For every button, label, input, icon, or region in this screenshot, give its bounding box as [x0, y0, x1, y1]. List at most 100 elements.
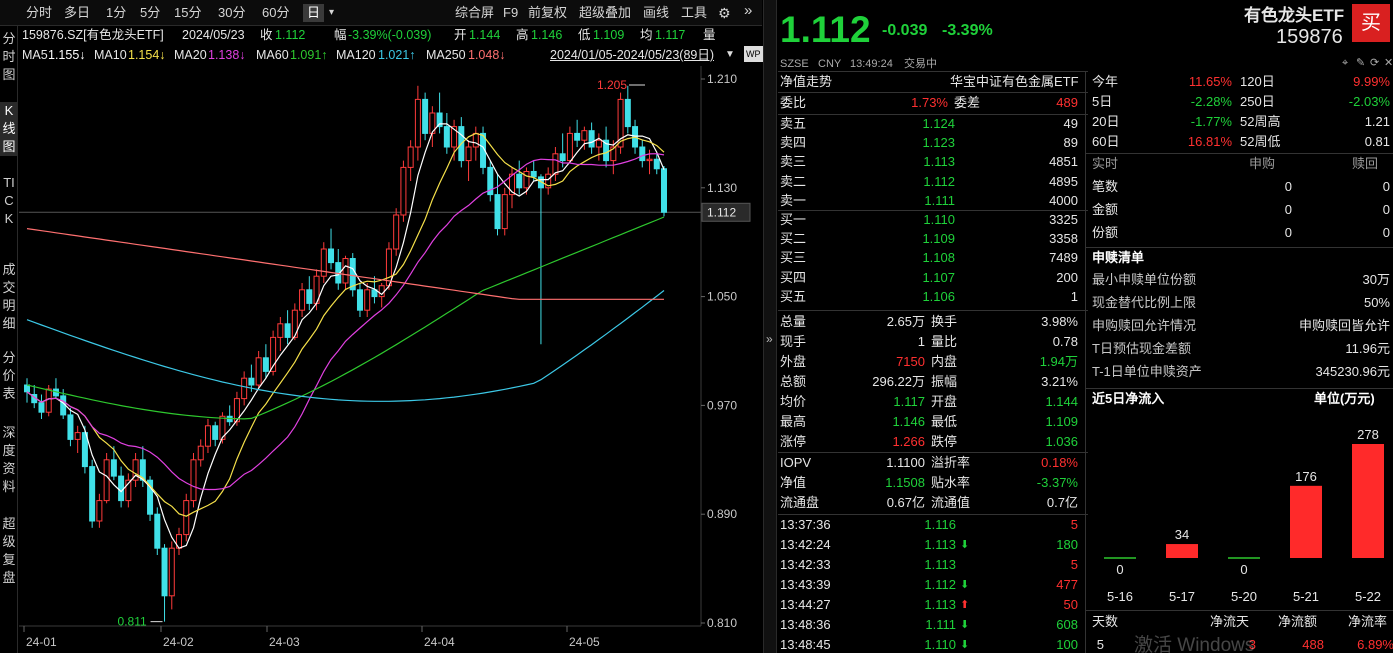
stat-row-4-value-1: 1.117	[838, 393, 925, 411]
toolbar-button-4[interactable]: 画线	[643, 4, 669, 22]
ma-label-2: MA20	[174, 47, 207, 63]
stat-row-5-value-2: 1.109	[998, 413, 1078, 431]
wp-icon[interactable]: WP	[744, 46, 763, 62]
toolbar-button-1[interactable]: F9	[503, 4, 518, 22]
toolbar-button-5[interactable]: 工具	[681, 4, 707, 22]
candle-body	[155, 514, 160, 548]
nav-trend-link[interactable]: 净值走势	[780, 73, 832, 91]
side-tab-0[interactable]: 分时图	[0, 30, 18, 84]
flow-table-header: 净流天	[1210, 613, 1249, 631]
side-tab-1[interactable]: K线图	[0, 102, 18, 156]
tick-time: 13:48:36	[780, 616, 831, 634]
side-tab-6[interactable]: 超级复盘	[0, 515, 18, 587]
candle-body	[90, 467, 95, 521]
candle-body	[640, 147, 645, 161]
list-row-label: 最小申赎单位份额	[1092, 271, 1196, 289]
weicha-value: 489	[998, 94, 1078, 112]
candle-body	[75, 433, 80, 440]
bid-level-5-volume: 1	[998, 288, 1078, 306]
stat-row-2-label-1: 外盘	[780, 353, 806, 371]
flow-value-label: 0	[1116, 562, 1123, 577]
candle-body	[357, 290, 362, 310]
security-code: 159876	[1276, 28, 1343, 46]
candle-body	[524, 171, 529, 187]
side-tab-2[interactable]: TICK	[0, 174, 18, 228]
bid-level-1-label: 买一	[780, 211, 806, 229]
iopv-row-0-value-2: 0.18%	[998, 454, 1078, 472]
info-field-13: 1.117	[655, 27, 685, 43]
bid-level-2-price: 1.109	[878, 230, 955, 248]
period-dropdown-icon[interactable]: ▾	[329, 4, 334, 22]
tick-time: 13:37:36	[780, 516, 831, 534]
ask-level-3-volume: 4851	[998, 153, 1078, 171]
period-tab-7[interactable]: 日	[303, 4, 324, 22]
stat-row-1-value-2: 0.78	[998, 333, 1078, 351]
perf-value-2: 0.81	[1304, 133, 1390, 151]
candle-body	[184, 501, 189, 535]
stat-row-0-label-1: 总量	[780, 313, 806, 331]
ma-value-0: 1.155↓	[48, 47, 86, 63]
bid-level-4-price: 1.107	[878, 269, 955, 287]
sep-line	[1086, 610, 1393, 611]
pin-icon[interactable]: ⌖	[1342, 54, 1348, 72]
iopv-row-2-label-1: 流通盘	[780, 494, 819, 512]
close-icon[interactable]: ✕	[1384, 54, 1393, 72]
refresh-icon[interactable]: ⟳	[1370, 54, 1379, 72]
flow-table-header: 天数	[1092, 613, 1118, 631]
stat-row-2-value-2: 1.94万	[998, 353, 1078, 371]
net-inflow-chart: 05-16345-1705-201765-212785-22	[1094, 410, 1393, 610]
side-tab-4[interactable]: 分价表	[0, 349, 18, 403]
panel-split	[1085, 71, 1086, 653]
low-mark-label: 0.811	[118, 615, 147, 629]
candle-body	[365, 290, 370, 310]
kline-chart[interactable]: 1.2101.1301.0500.9700.8900.8101.1121.205…	[19, 66, 763, 653]
flow-category-label: 5-16	[1107, 589, 1133, 604]
expand-icon[interactable]: »	[766, 332, 773, 346]
tick-volume: 50	[998, 596, 1078, 614]
perf-label-1: 60日	[1092, 133, 1119, 151]
perf-value-1: -1.77%	[1152, 113, 1232, 131]
perf-value-1: 16.81%	[1152, 133, 1232, 151]
stat-row-3-value-1: 296.22万	[838, 373, 925, 391]
edit-icon[interactable]: ✎	[1356, 54, 1365, 72]
flow-value-label: 0	[1240, 562, 1247, 577]
stat-row-3-label-2: 振幅	[931, 373, 957, 391]
panel-divider[interactable]: »	[763, 0, 777, 653]
toolbar-button-3[interactable]: 超级叠加	[579, 4, 631, 22]
period-tab-2[interactable]: 1分	[106, 4, 126, 22]
toolbar-button-0[interactable]: 综合屏	[455, 4, 494, 22]
candle-body	[68, 415, 73, 439]
stat-row-3-value-2: 3.21%	[998, 373, 1078, 391]
candle-body	[285, 324, 290, 338]
tick-volume: 5	[998, 556, 1078, 574]
side-tab-3[interactable]: 成交明细	[0, 261, 18, 333]
tick-direction-icon: ⬇	[960, 636, 969, 653]
more-icon[interactable]: »	[744, 2, 752, 20]
period-tab-1[interactable]: 多日	[64, 4, 90, 22]
ask-level-1-price: 1.111	[878, 192, 955, 210]
candle-body	[662, 169, 667, 213]
period-tab-4[interactable]: 15分	[174, 4, 201, 22]
period-tab-3[interactable]: 5分	[140, 4, 160, 22]
ma-value-2: 1.138↓	[208, 47, 246, 63]
creation-row-label: 份额	[1092, 224, 1118, 242]
bid-level-3-volume: 7489	[998, 249, 1078, 267]
buy-button[interactable]: 买	[1352, 4, 1390, 42]
toolbar-button-2[interactable]: 前复权	[528, 4, 567, 22]
flow-table-header: 净流额	[1278, 613, 1317, 631]
candle-body	[169, 548, 174, 596]
perf-value-1: 11.65%	[1152, 73, 1232, 91]
ask-level-2-label: 卖二	[780, 173, 806, 191]
range-dropdown-icon[interactable]: ▼	[725, 47, 735, 63]
flow-bar	[1166, 544, 1198, 558]
date-range[interactable]: 2024/01/05-2024/05/23(89日)	[550, 47, 714, 63]
period-tab-0[interactable]: 分时	[26, 4, 52, 22]
period-tab-6[interactable]: 60分	[262, 4, 289, 22]
info-field-1: 2024/05/23	[182, 27, 245, 43]
side-tab-5[interactable]: 深度资料	[0, 424, 18, 496]
candle-body	[466, 147, 471, 161]
period-tab-5[interactable]: 30分	[218, 4, 245, 22]
last-price: 1.112	[780, 10, 871, 50]
ask-level-4-label: 卖四	[780, 134, 806, 152]
gear-icon[interactable]: ⚙	[718, 4, 731, 22]
